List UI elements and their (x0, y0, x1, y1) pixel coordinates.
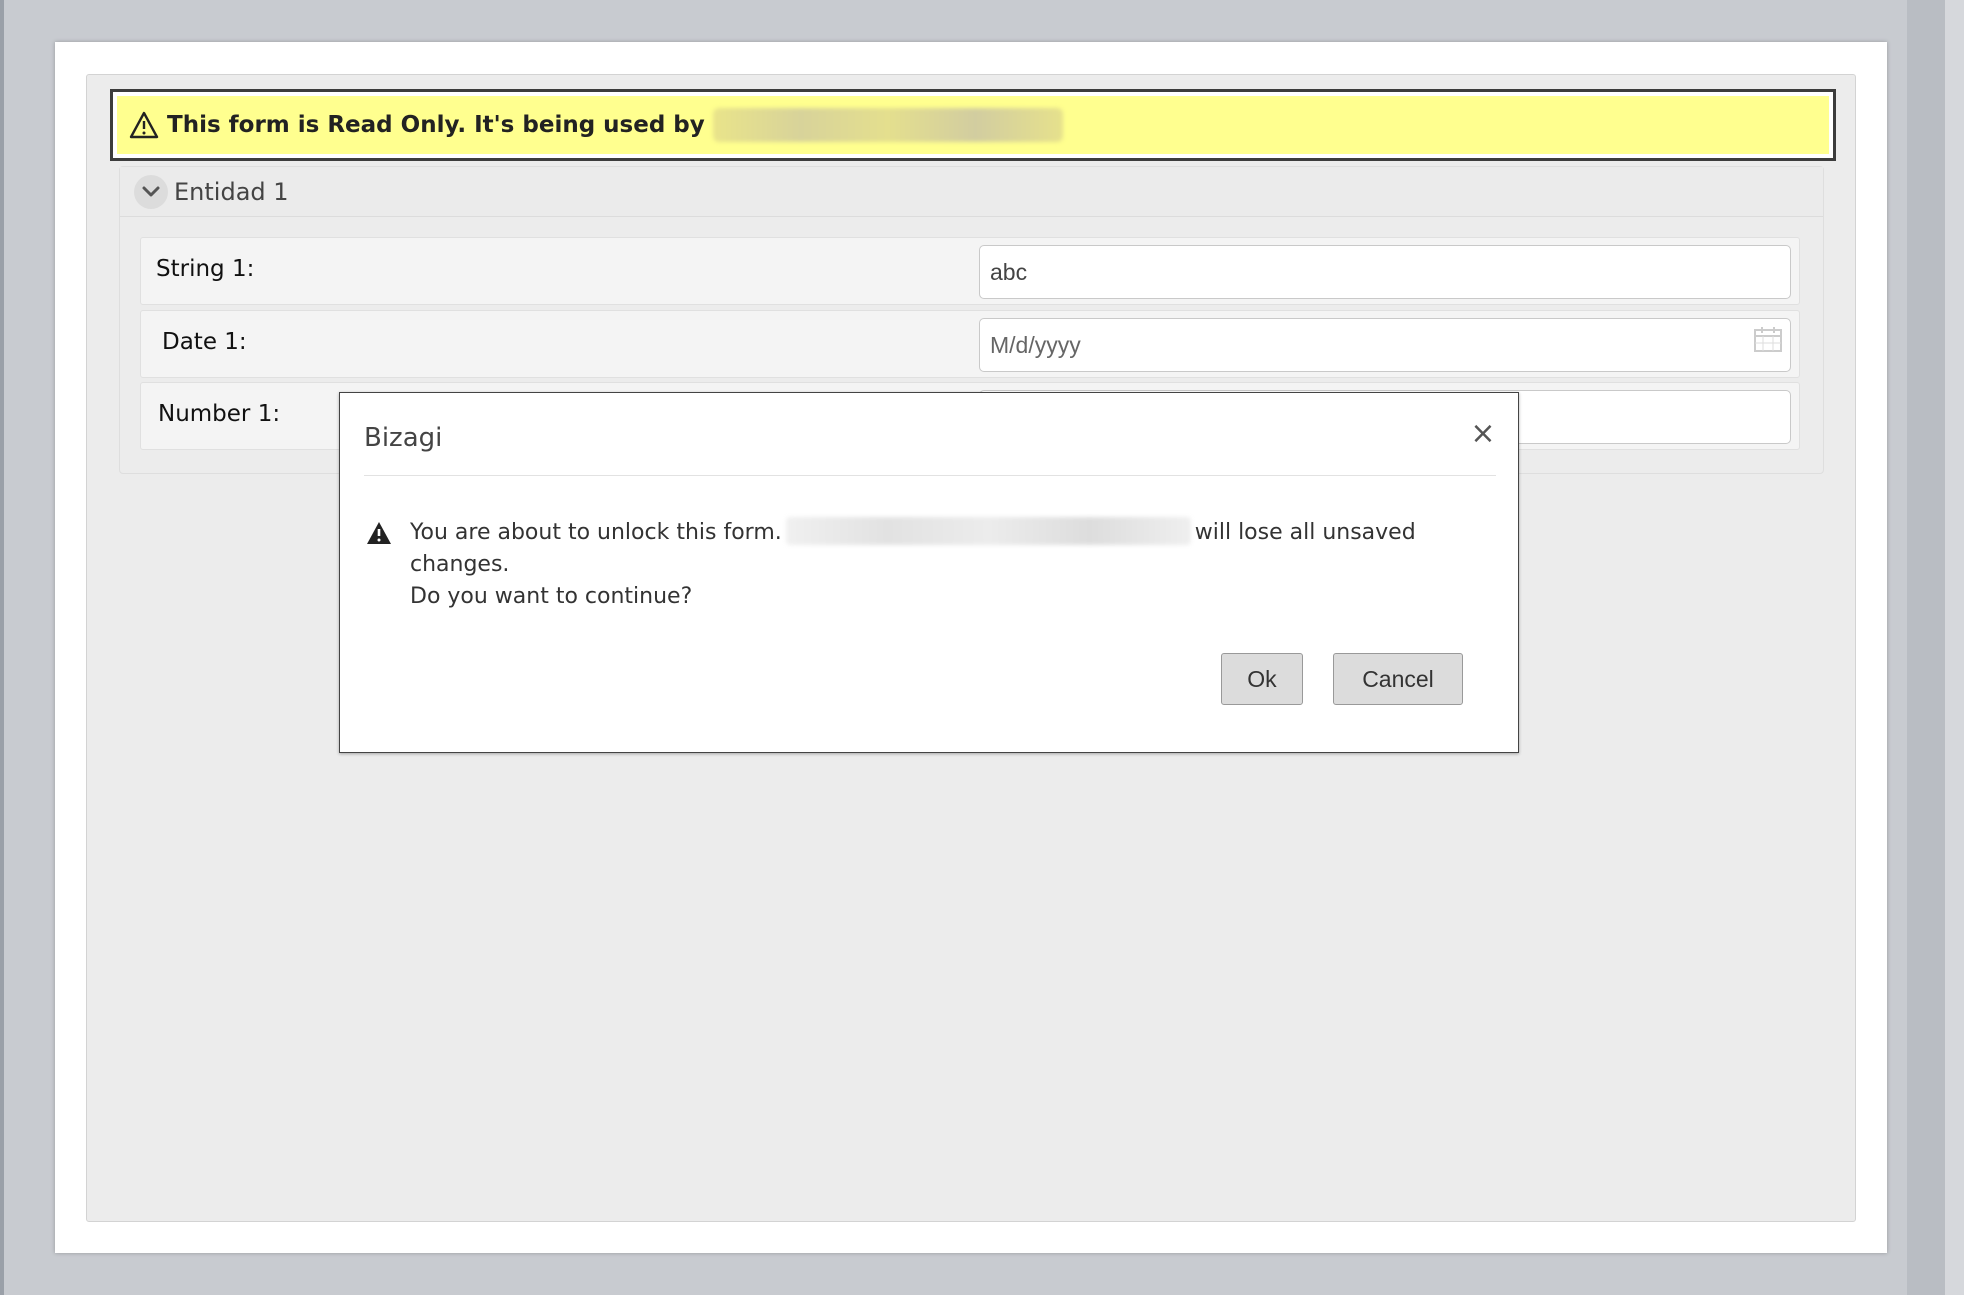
string-input[interactable] (979, 245, 1791, 299)
warning-filled-icon (367, 522, 391, 544)
section-title: Entidad 1 (174, 177, 289, 206)
viewport-left-edge (0, 0, 4, 1295)
warning-outline-icon (129, 111, 159, 139)
field-label-date: Date 1: (162, 329, 247, 355)
read-only-message: This form is Read Only. It's being used … (167, 112, 705, 138)
chevron-down-icon (142, 186, 160, 196)
dialog-message: You are about to unlock this form. will l… (410, 517, 1500, 613)
blurred-user-name (785, 517, 1191, 545)
unlock-dialog: Bizagi × You are about to unlock this fo… (339, 392, 1519, 753)
viewport-right-strip (1907, 0, 1945, 1295)
blurred-user-name (712, 108, 1063, 142)
field-label-string: String 1: (156, 256, 255, 282)
dialog-divider (364, 475, 1496, 476)
section-header[interactable]: Entidad 1 (120, 167, 1823, 217)
viewport-right-edge (1945, 0, 1964, 1295)
dialog-message-question: Do you want to continue? (410, 584, 693, 609)
dialog-title: Bizagi (364, 423, 443, 453)
field-label-number: Number 1: (158, 401, 281, 427)
close-icon[interactable]: × (1470, 419, 1496, 449)
section-toggle-button[interactable] (134, 174, 168, 209)
read-only-banner-body: This form is Read Only. It's being used … (117, 96, 1829, 154)
ok-button[interactable]: Ok (1221, 653, 1303, 705)
read-only-banner: This form is Read Only. It's being used … (110, 89, 1836, 161)
cancel-button[interactable]: Cancel (1333, 653, 1463, 705)
date-input[interactable] (979, 318, 1791, 372)
field-row-string: String 1: (140, 237, 1800, 305)
calendar-icon[interactable] (1753, 325, 1783, 353)
field-row-date: Date 1: (140, 310, 1800, 378)
dialog-message-part1: You are about to unlock this form. (410, 520, 782, 545)
